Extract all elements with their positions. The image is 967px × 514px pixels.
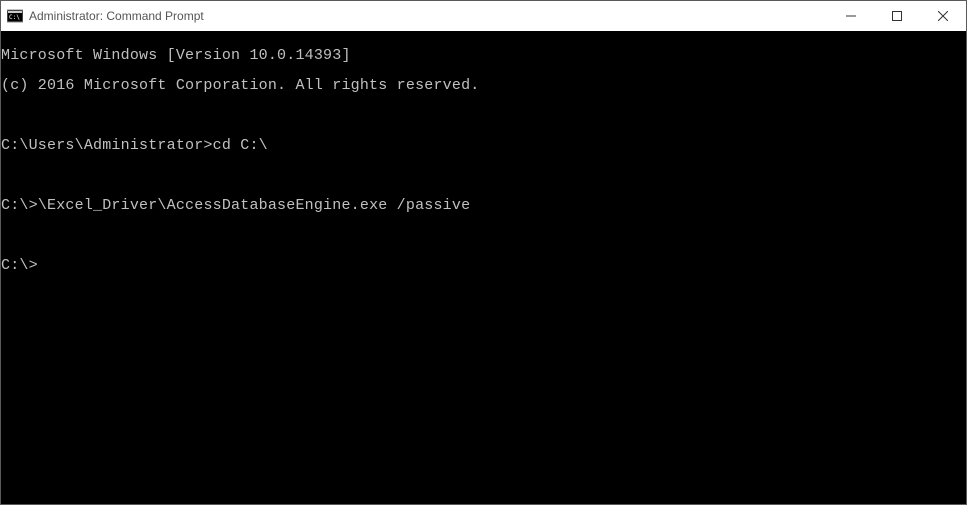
svg-text:C:\: C:\ xyxy=(9,14,20,21)
prompt-path: C:\> xyxy=(1,198,38,213)
output-line: (c) 2016 Microsoft Corporation. All righ… xyxy=(1,78,966,93)
prompt-path: C:\Users\Administrator> xyxy=(1,138,213,153)
window-controls xyxy=(828,1,966,31)
window-title: Administrator: Command Prompt xyxy=(29,9,828,23)
close-button[interactable] xyxy=(920,1,966,31)
command-prompt-window: C:\ Administrator: Command Prompt Micros… xyxy=(0,0,967,505)
background-strip xyxy=(0,505,967,514)
titlebar[interactable]: C:\ Administrator: Command Prompt xyxy=(1,1,966,31)
output-blank xyxy=(1,168,966,183)
prompt-path: C:\> xyxy=(1,258,38,273)
cmd-icon: C:\ xyxy=(7,8,23,24)
prompt-command: cd C:\ xyxy=(213,138,268,153)
terminal-output[interactable]: Microsoft Windows [Version 10.0.14393] (… xyxy=(1,31,966,504)
output-line: Microsoft Windows [Version 10.0.14393] xyxy=(1,48,966,63)
output-blank xyxy=(1,228,966,243)
prompt-line: C:\Users\Administrator>cd C:\ xyxy=(1,138,966,153)
prompt-line: C:\>\Excel_Driver\AccessDatabaseEngine.e… xyxy=(1,198,966,213)
maximize-button[interactable] xyxy=(874,1,920,31)
prompt-command: \Excel_Driver\AccessDatabaseEngine.exe /… xyxy=(38,198,470,213)
minimize-button[interactable] xyxy=(828,1,874,31)
prompt-line: C:\> xyxy=(1,258,966,273)
output-blank xyxy=(1,108,966,123)
